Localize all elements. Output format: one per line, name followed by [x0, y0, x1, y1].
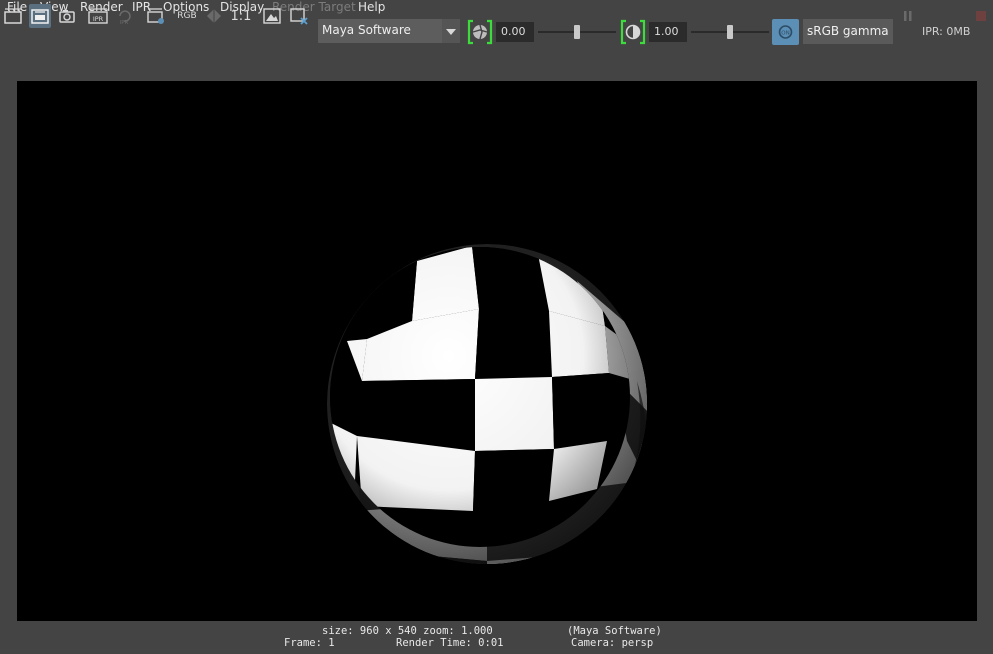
renderer-select[interactable]: Maya Software — [318, 19, 460, 43]
menu-render-target[interactable]: Render Target — [272, 0, 356, 14]
remove-image-button[interactable] — [288, 4, 310, 28]
keep-image-icon — [262, 7, 282, 25]
keep-image-button[interactable] — [261, 4, 283, 28]
ipr-pause-icon — [903, 9, 913, 23]
status-frame: Frame: 1 — [284, 637, 335, 649]
ipr-render-button[interactable]: IPR — [86, 4, 110, 28]
exposure-toggle[interactable] — [467, 19, 493, 45]
real-size-button[interactable]: 1:1 — [230, 4, 252, 28]
svg-text:IPR: IPR — [120, 20, 129, 25]
exposure-icon — [467, 19, 493, 49]
gamma-toggle[interactable] — [620, 19, 646, 45]
ipr-refresh-button[interactable]: IPR — [113, 4, 135, 28]
status-camera: Camera: persp — [571, 637, 654, 649]
alpha-channel-button[interactable] — [203, 4, 225, 28]
remove-image-icon — [289, 7, 309, 25]
alpha-channel-icon — [205, 7, 223, 25]
chevron-down-icon[interactable] — [442, 19, 460, 43]
stop-render-button[interactable] — [974, 4, 988, 28]
rgb-channels-icon: RGB — [177, 11, 197, 21]
menu-help[interactable]: Help — [358, 0, 385, 14]
render-viewport[interactable] — [17, 81, 977, 621]
checker-sphere — [327, 244, 647, 564]
status-render-time: Render Time: 0:01 — [396, 637, 504, 649]
view-transform-select[interactable]: sRGB gamma — [803, 19, 893, 44]
snapshot-icon — [57, 7, 77, 25]
stop-render-icon — [975, 10, 987, 22]
exposure-field[interactable]: 0.00 — [496, 22, 534, 42]
snapshot-button[interactable] — [56, 4, 78, 28]
real-size-icon: 1:1 — [230, 8, 252, 24]
ipr-pause-button[interactable] — [902, 4, 914, 28]
ipr-memory-label: IPR: 0MB — [922, 25, 971, 38]
render-frame-button[interactable] — [2, 4, 24, 28]
ipr-refresh-icon: IPR — [114, 7, 134, 25]
status-renderer: (Maya Software) — [567, 625, 662, 637]
color-management-icon: ON — [772, 25, 799, 49]
render-frame-icon — [3, 7, 23, 25]
gamma-slider-handle[interactable] — [727, 25, 733, 39]
exposure-slider-handle[interactable] — [574, 25, 580, 39]
ipr-render-icon: IPR — [87, 7, 109, 25]
redo-render-icon — [30, 7, 50, 25]
rgb-channels-button[interactable]: RGB — [174, 4, 200, 28]
status-size-zoom: size: 960 x 540 zoom: 1.000 — [322, 625, 493, 637]
renderer-select-value: Maya Software — [322, 23, 411, 37]
redo-render-button[interactable] — [29, 4, 51, 28]
render-image — [327, 244, 647, 564]
svg-text:IPR: IPR — [93, 15, 104, 23]
gamma-field[interactable]: 1.00 — [649, 22, 687, 42]
render-region-button[interactable] — [145, 4, 167, 28]
gamma-icon — [620, 19, 646, 49]
color-management-label: ON — [781, 30, 789, 36]
render-region-icon — [146, 7, 166, 25]
color-management-button[interactable]: ON — [772, 19, 799, 45]
